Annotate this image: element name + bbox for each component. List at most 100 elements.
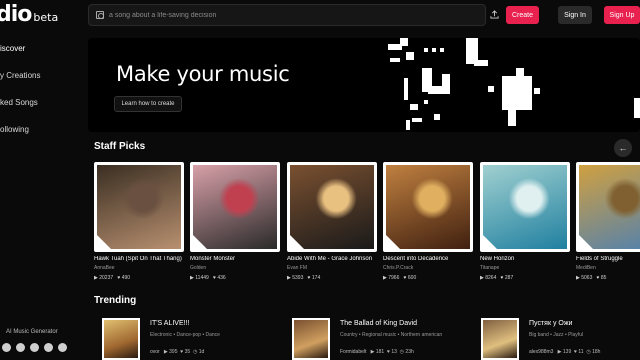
sidebar-item-following[interactable]: ollowing [0,125,29,134]
song-meta: ovor ▶ 395 ♥ 35 ◷ 1d [150,349,204,355]
app-logo[interactable]: dio beta [0,2,58,27]
arrow-left-icon: ← [618,143,628,153]
song-title[interactable]: New Horizon [480,256,570,262]
play-icon: ▶ [370,349,375,355]
staff-pick-card[interactable]: Hawk Tuah (Spit On That Thang) AnnaBee ▶… [94,162,184,281]
create-button[interactable]: Create [506,6,539,24]
song-stats: ▶ 5063 ♥ 85 [576,275,640,281]
hero-title: Make your music [116,62,290,86]
play-count: 139 [562,349,572,355]
sidebar-footer-label[interactable]: AI Music Generator [6,329,58,335]
song-title[interactable]: Пустяк у Ожи [529,320,572,327]
cover-art[interactable] [576,162,640,252]
staff-picks-title: Staff Picks [94,141,146,152]
age: 18h [592,349,601,355]
artist-name[interactable]: Titanape [480,265,570,271]
song-title[interactable]: Hawk Tuah (Spit On That Thang) [94,256,184,262]
song-stats: ▶ 11449 ♥ 436 [190,275,280,281]
play-icon: ▶ [190,275,194,281]
artist-name[interactable]: AnnaBee [94,265,184,271]
play-count: 20237 [99,275,114,281]
artist-name[interactable]: alex988m3 [529,349,553,355]
play-count: 7966 [388,275,400,281]
like-count: 85 [600,275,607,281]
song-title[interactable]: Abide With Me - Grace Johnson [287,256,377,262]
song-stats: ▶ 7966 ♥ 600 [383,275,473,281]
play-icon: ▶ [576,275,580,281]
sign-up-button[interactable]: Sign Up [604,6,640,24]
artist-name[interactable]: Formidabelt [340,349,366,355]
social-links [2,343,67,352]
corner-mark [386,235,400,249]
learn-how-button[interactable]: Learn how to create [114,96,182,112]
like-count: 11 [578,349,584,355]
like-count: 13 [391,349,397,355]
like-count: 174 [311,275,321,281]
song-title[interactable]: Monster Monster [190,256,280,262]
play-count: 395 [169,349,178,355]
like-count: 600 [407,275,417,281]
clock-icon: ◷ [192,349,198,355]
play-count: 8264 [485,275,497,281]
heart-icon: ♥ [596,275,600,281]
instagram-icon[interactable] [2,343,11,352]
tiktok-icon[interactable] [30,343,39,352]
discord-icon[interactable] [16,343,25,352]
artist-name[interactable]: ovor [150,349,160,355]
corner-mark [483,235,497,249]
staff-pick-card[interactable]: New Horizon Titanape ▶ 8264 ♥ 287 [480,162,570,281]
upload-icon[interactable] [490,10,499,19]
play-icon: ▶ [557,349,562,355]
search-icon [96,11,104,19]
cover-art[interactable] [480,162,570,252]
hero-banner: Make your music Learn how to create [88,38,640,132]
twitter-icon[interactable] [44,343,53,352]
staff-pick-card[interactable]: Descent into Decadence Chris.P.Crack ▶ 7… [383,162,473,281]
like-count: 287 [504,275,514,281]
artist-name[interactable]: Golden [190,265,280,271]
cover-art[interactable] [292,318,330,360]
song-stats: ▶ 20237 ♥ 490 [94,275,184,281]
artist-name[interactable]: Evan FM [287,265,377,271]
cover-art[interactable] [287,162,377,252]
heart-icon: ♥ [307,275,311,281]
song-title[interactable]: IT'S ALIVE!!! [150,320,189,327]
play-count: 181 [375,349,385,355]
cover-art[interactable] [383,162,473,252]
heart-icon: ♥ [180,349,184,355]
age: 1d [198,349,205,355]
cover-art[interactable] [190,162,280,252]
artist-name[interactable]: MediBen [576,265,640,271]
staff-pick-card[interactable]: Monster Monster Golden ▶ 11449 ♥ 436 [190,162,280,281]
song-title[interactable]: Descent into Decadence [383,256,473,262]
carousel-prev-button[interactable]: ← [614,139,632,157]
clock-icon: ◷ [399,349,405,355]
sign-in-button[interactable]: Sign In [558,6,592,24]
sidebar-item-liked-songs[interactable]: ked Songs [0,98,38,107]
sidebar-item-my-creations[interactable]: y Creations [0,71,40,80]
heart-icon: ♥ [574,349,577,355]
staff-pick-card[interactable]: Abide With Me - Grace Johnson Evan FM ▶ … [287,162,377,281]
play-count: 5393 [292,275,304,281]
corner-mark [193,235,207,249]
artist-name[interactable]: Chris.P.Crack [383,265,473,271]
heart-icon: ♥ [403,275,407,281]
cover-art[interactable] [94,162,184,252]
trending-title: Trending [94,295,137,306]
cover-art[interactable] [481,318,519,360]
search-bar[interactable] [88,4,486,26]
youtube-icon[interactable] [58,343,67,352]
song-title[interactable]: Fields of Struggle [576,256,640,262]
play-icon: ▶ [94,275,98,281]
sidebar: dio beta iscover y Creations ked Songs ol… [0,0,88,360]
genre-tags: Big band • Jazz • Playful [529,332,584,338]
staff-pick-card[interactable]: Fields of Struggle MediBen ▶ 5063 ♥ 85 [576,162,640,281]
song-meta: alex988m3 ▶ 139 ♥ 11 ◷ 18h [529,349,600,355]
search-input[interactable] [109,9,469,22]
song-title[interactable]: The Ballad of King David [340,320,417,327]
cover-art[interactable] [102,318,140,360]
like-count: 490 [121,275,131,281]
play-icon: ▶ [163,349,168,355]
sidebar-item-discover[interactable]: iscover [0,44,25,53]
genre-tags: Electronic • Dance-pop • Dance [150,332,220,338]
